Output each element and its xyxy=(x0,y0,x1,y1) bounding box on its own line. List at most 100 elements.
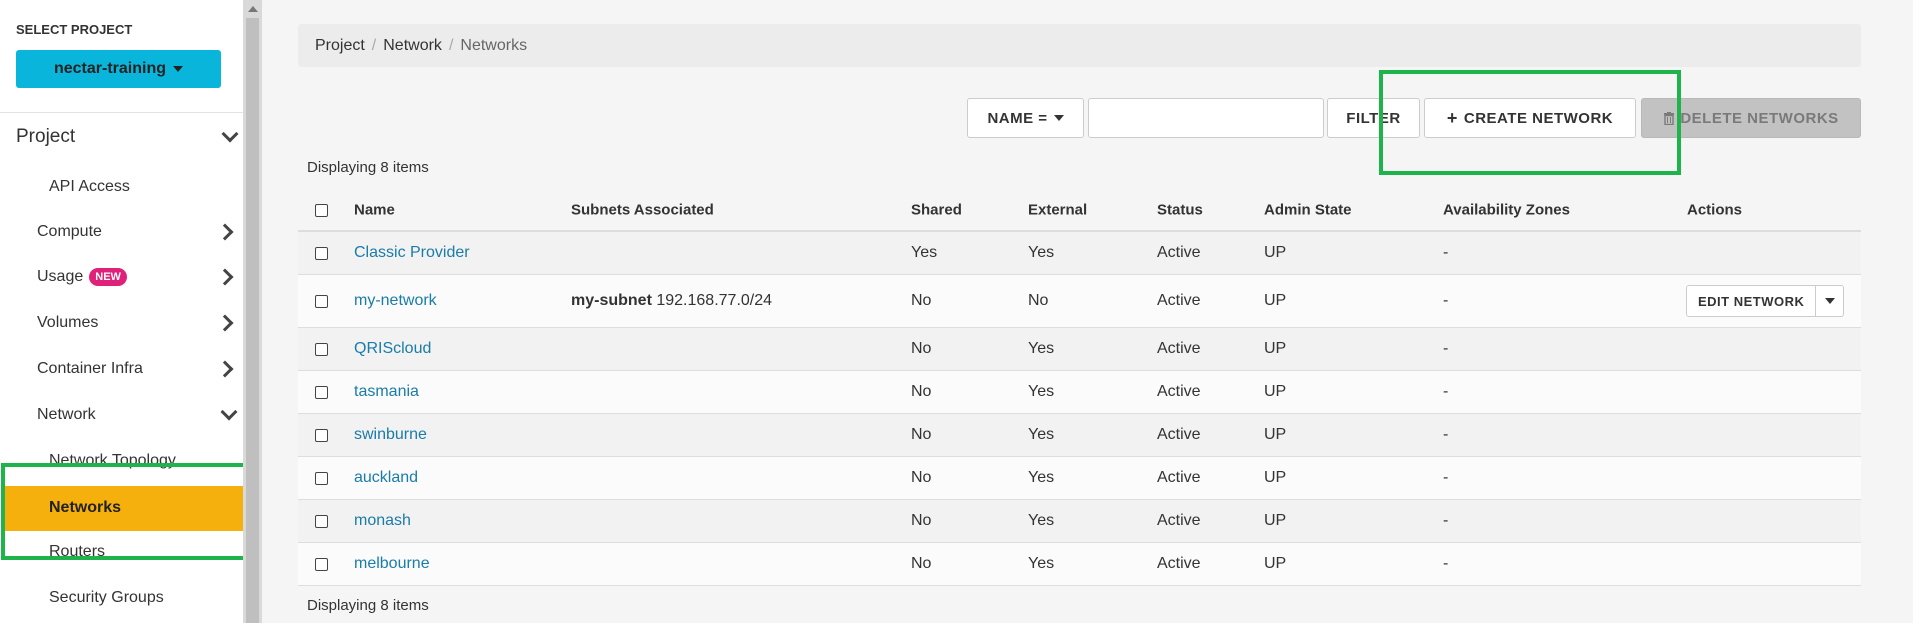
create-network-button[interactable]: + CREATE NETWORK xyxy=(1424,98,1636,138)
project-selector-button[interactable]: nectar-training xyxy=(16,50,221,88)
chevron-right-icon xyxy=(216,360,234,378)
network-name-link[interactable]: melbourne xyxy=(354,555,430,573)
table-row: my-network my-subnet 192.168.77.0/24 No No A… xyxy=(298,275,1861,328)
sidebar-item-api-access[interactable]: API Access xyxy=(49,178,130,196)
network-name-link[interactable]: swinburne xyxy=(354,426,427,444)
delete-networks-button[interactable]: DELETE NETWORKS xyxy=(1641,98,1861,138)
table-row: Classic Provider Yes Yes Active UP - xyxy=(298,232,1861,275)
sidebar: SELECT PROJECT nectar-training Project A… xyxy=(0,0,252,623)
project-name: nectar-training xyxy=(53,60,166,77)
sidebar-item-networks[interactable]: Networks xyxy=(3,486,243,531)
network-name-link[interactable]: Classic Provider xyxy=(354,244,470,262)
row-checkbox[interactable] xyxy=(315,558,328,571)
admin-state-cell: UP xyxy=(1264,340,1287,357)
column-header-admin-state[interactable]: Admin State xyxy=(1264,202,1352,219)
external-cell: Yes xyxy=(1028,244,1055,261)
admin-state-cell: UP xyxy=(1264,383,1287,400)
shared-cell: No xyxy=(911,426,932,443)
availability-zones-cell: - xyxy=(1443,244,1449,261)
sidebar-item-label: Volumes xyxy=(37,314,99,331)
status-cell: Active xyxy=(1157,555,1201,572)
shared-cell: No xyxy=(911,469,932,486)
breadcrumb-networks: Networks xyxy=(460,36,528,54)
row-checkbox[interactable] xyxy=(315,343,328,356)
display-count-top: Displaying 8 items xyxy=(307,159,429,176)
subnet-cell: my-subnet 192.168.77.0/24 xyxy=(571,292,772,310)
sidebar-item-routers[interactable]: Routers xyxy=(49,543,105,561)
breadcrumb-network[interactable]: Network xyxy=(383,37,442,55)
external-cell: No xyxy=(1028,292,1049,309)
sidebar-item-label: Network Topology xyxy=(49,452,176,469)
actions-dropdown-toggle[interactable] xyxy=(1816,285,1845,317)
status-cell: Active xyxy=(1157,426,1201,443)
scroll-up-arrow-icon[interactable] xyxy=(248,6,258,12)
shared-cell: No xyxy=(911,512,932,529)
breadcrumb-separator: / xyxy=(448,36,454,54)
sidebar-item-volumes[interactable]: Volumes xyxy=(37,314,239,332)
column-header-status[interactable]: Status xyxy=(1157,202,1203,219)
admin-state-cell: UP xyxy=(1264,469,1287,486)
caret-down-icon xyxy=(1053,115,1064,121)
breadcrumb: Project / Network / Networks xyxy=(298,24,1861,67)
row-checkbox[interactable] xyxy=(315,429,328,442)
edit-network-button[interactable]: EDIT NETWORK xyxy=(1686,285,1817,317)
column-header-shared[interactable]: Shared xyxy=(911,202,962,219)
filter-input[interactable] xyxy=(1088,98,1324,138)
row-checkbox[interactable] xyxy=(315,515,328,528)
network-name-link[interactable]: auckland xyxy=(354,469,418,487)
row-checkbox[interactable] xyxy=(315,247,328,260)
shared-cell: No xyxy=(911,292,932,309)
availability-zones-cell: - xyxy=(1443,555,1449,572)
filter-button[interactable]: FILTER xyxy=(1327,98,1420,138)
network-name-link[interactable]: my-network xyxy=(354,292,437,310)
sidebar-item-label: Network xyxy=(37,406,96,423)
breadcrumb-separator: / xyxy=(371,36,377,54)
chevron-down-icon xyxy=(220,403,238,421)
sidebar-item-compute[interactable]: Compute xyxy=(37,223,239,241)
column-header-availability-zones[interactable]: Availability Zones xyxy=(1443,202,1570,219)
sidebar-item-label: Security Groups xyxy=(49,589,164,606)
row-checkbox[interactable] xyxy=(315,472,328,485)
sidebar-item-container-infra[interactable]: Container Infra xyxy=(37,360,239,378)
sidebar-item-network-topology[interactable]: Network Topology xyxy=(49,452,176,470)
table-row: tasmania No Yes Active UP - xyxy=(298,371,1861,414)
shared-cell: Yes xyxy=(911,244,938,261)
row-checkbox[interactable] xyxy=(315,386,328,399)
availability-zones-cell: - xyxy=(1443,426,1449,443)
table-row: swinburne No Yes Active UP - xyxy=(298,414,1861,457)
plus-icon: + xyxy=(1446,108,1458,128)
row-checkbox[interactable] xyxy=(315,295,328,308)
network-name-link[interactable]: monash xyxy=(354,512,411,530)
delete-networks-label: DELETE NETWORKS xyxy=(1680,109,1839,127)
column-header-subnets[interactable]: Subnets Associated xyxy=(571,202,714,219)
external-cell: Yes xyxy=(1028,469,1055,486)
select-all-checkbox[interactable] xyxy=(315,204,328,217)
availability-zones-cell: - xyxy=(1443,469,1449,486)
filter-field-label: NAME = xyxy=(987,109,1048,127)
status-cell: Active xyxy=(1157,512,1201,529)
column-header-name[interactable]: Name xyxy=(354,202,395,219)
chevron-down-icon xyxy=(221,125,239,143)
column-header-external[interactable]: External xyxy=(1028,202,1087,219)
sidebar-item-security-groups[interactable]: Security Groups xyxy=(49,589,164,607)
sidebar-section-project[interactable]: Project xyxy=(16,125,242,148)
scrollbar-thumb[interactable] xyxy=(246,18,259,623)
network-name-link[interactable]: tasmania xyxy=(354,383,419,401)
sidebar-item-label: Networks xyxy=(49,499,122,516)
sidebar-item-usage[interactable]: Usage NEW xyxy=(37,268,239,286)
admin-state-cell: UP xyxy=(1264,426,1287,443)
external-cell: Yes xyxy=(1028,426,1055,443)
shared-cell: No xyxy=(911,555,932,572)
sidebar-section-label: Project xyxy=(16,126,76,147)
sidebar-item-network[interactable]: Network xyxy=(37,403,239,424)
filter-field-dropdown[interactable]: NAME = xyxy=(967,98,1084,138)
create-network-label: CREATE NETWORK xyxy=(1463,109,1614,127)
sidebar-item-label: Usage xyxy=(37,268,84,286)
breadcrumb-project[interactable]: Project xyxy=(315,37,365,55)
new-badge: NEW xyxy=(89,268,127,286)
sidebar-scrollbar[interactable] xyxy=(243,0,262,623)
network-name-link[interactable]: QRIScloud xyxy=(354,340,431,358)
availability-zones-cell: - xyxy=(1443,383,1449,400)
status-cell: Active xyxy=(1157,469,1201,486)
status-cell: Active xyxy=(1157,340,1201,357)
